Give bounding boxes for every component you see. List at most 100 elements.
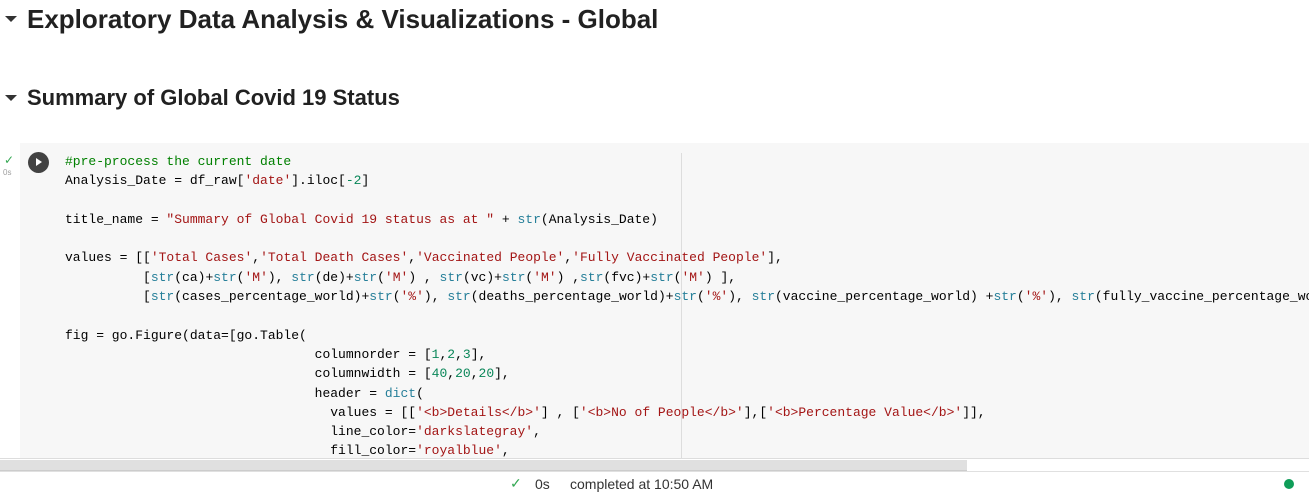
code-text: ,: [408, 250, 417, 266]
check-icon: ✓: [4, 153, 15, 167]
execution-duration: 0s: [535, 476, 550, 492]
code-text: ),: [267, 269, 292, 285]
code-string: 'Total Death Cases': [260, 250, 409, 266]
code-text: (deaths_percentage_world)+: [470, 289, 674, 305]
code-text: (cases_percentage_world)+: [174, 289, 370, 305]
code-text: [: [65, 289, 151, 305]
check-icon: ✓: [510, 475, 522, 491]
runtime-status-indicator[interactable]: [1284, 479, 1294, 489]
code-string: '<b>No of People</b>': [579, 404, 744, 420]
code-string: "Summary of Global Covid 19 status as at…: [166, 211, 495, 227]
code-string: 'M': [681, 269, 705, 285]
code-text: ),: [1048, 289, 1072, 305]
code-string: 'date': [244, 173, 292, 189]
code-text: ),: [423, 289, 448, 305]
section-heading-summary: Summary of Global Covid 19 Status: [0, 83, 400, 113]
code-builtin: str: [993, 289, 1017, 305]
code-line[interactable]: columnorder = [1,2,3],: [65, 345, 1309, 364]
code-line[interactable]: [str(cases_percentage_world)+str('%'), s…: [65, 287, 1309, 306]
code-text: ,: [447, 366, 456, 382]
code-text: ].iloc[: [291, 173, 346, 189]
code-string: '%': [704, 289, 729, 305]
code-text: (vc)+: [462, 269, 502, 285]
code-text: ,: [470, 366, 479, 382]
code-line[interactable]: #pre-process the current date: [65, 152, 1309, 171]
code-text: ) ,: [556, 269, 580, 285]
code-builtin: str: [150, 289, 175, 305]
code-builtin: str: [673, 289, 697, 305]
code-string: '<b>Percentage Value</b>': [767, 404, 963, 420]
code-text: (Analysis_Date): [540, 211, 658, 227]
code-builtin: str: [369, 289, 393, 305]
code-string: 'royalblue': [416, 443, 502, 459]
code-text: (fvc)+: [603, 269, 651, 285]
code-line[interactable]: values = [['Total Cases','Total Death Ca…: [65, 248, 1309, 267]
code-builtin: str: [650, 269, 674, 285]
code-line[interactable]: [65, 191, 1309, 210]
code-builtin: str: [447, 289, 471, 305]
code-line[interactable]: [str(ca)+str('M'), str(de)+str('M') , st…: [65, 268, 1309, 287]
code-line[interactable]: Analysis_Date = df_raw['date'].iloc[-2]: [65, 171, 1309, 190]
code-text: ],[: [743, 404, 768, 420]
code-text: ,: [533, 424, 541, 440]
code-editor[interactable]: #pre-process the current date Analysis_Da…: [65, 152, 1309, 461]
code-builtin: str: [213, 269, 237, 285]
code-text: fig = go.Figure(data=[go.Table(: [65, 327, 307, 343]
code-string: '<b>Details</b>': [416, 404, 541, 420]
code-text: values = [[: [65, 250, 151, 266]
code-string: '%': [400, 289, 424, 305]
horizontal-scrollbar[interactable]: [0, 458, 1309, 471]
code-number: 2: [447, 346, 456, 362]
code-builtin: dict: [384, 385, 417, 401]
code-builtin: str: [517, 211, 541, 227]
code-line[interactable]: [65, 229, 1309, 248]
code-number: 3: [462, 346, 471, 362]
code-string: '%': [1024, 289, 1049, 305]
code-text: ,: [564, 250, 573, 266]
code-text: ] , [: [540, 404, 580, 420]
collapse-caret-icon[interactable]: [5, 95, 17, 101]
code-builtin: str: [291, 269, 315, 285]
code-text: (de)+: [314, 269, 354, 285]
code-number: 40: [431, 366, 448, 382]
code-builtin: str: [353, 269, 378, 285]
code-text: line_color=: [65, 424, 417, 440]
code-text: fill_color=: [65, 443, 417, 459]
code-text: +: [494, 211, 518, 227]
run-cell-button[interactable]: [28, 152, 49, 173]
code-text: (: [696, 289, 705, 305]
completion-status[interactable]: completed at 10:50 AM: [570, 476, 713, 492]
section-title: Summary of Global Covid 19 Status: [27, 85, 400, 110]
code-line[interactable]: values = [['<b>Details</b>'] , ['<b>No o…: [65, 403, 1309, 422]
code-line[interactable]: line_color='darkslategray',: [65, 422, 1309, 441]
code-text: ]: [361, 173, 370, 189]
code-line[interactable]: fig = go.Figure(data=[go.Table(: [65, 326, 1309, 345]
code-text: values = [[: [65, 404, 417, 420]
code-builtin: str: [501, 269, 526, 285]
code-text: ,: [252, 250, 261, 266]
code-builtin: str: [1071, 289, 1095, 305]
code-comment: #pre-process the current date: [65, 154, 292, 169]
code-text: Analysis_Date = df_raw[: [65, 173, 245, 189]
code-text: ),: [728, 289, 752, 305]
code-string: 'M': [244, 269, 268, 285]
scrollbar-thumb[interactable]: [0, 460, 967, 471]
code-line[interactable]: columnwidth = [40,20,20],: [65, 364, 1309, 383]
code-string: 'Vaccinated People': [416, 250, 565, 266]
code-text: (vaccine_percentage_world) +: [775, 289, 994, 305]
status-bar: ✓ 0s completed at 10:50 AM: [0, 471, 1309, 495]
code-text: (: [1016, 289, 1025, 305]
code-text: (: [392, 289, 401, 305]
collapse-caret-icon[interactable]: [5, 16, 17, 22]
execution-time: 0s: [3, 168, 12, 177]
code-builtin: str: [751, 289, 775, 305]
code-builtin: str: [580, 269, 604, 285]
code-text: title_name =: [65, 211, 167, 227]
section-title: Exploratory Data Analysis & Visualizatio…: [27, 3, 659, 34]
code-line[interactable]: header = dict(: [65, 384, 1309, 403]
code-string: 'Fully Vaccinated People': [572, 250, 768, 266]
code-text: [: [65, 269, 151, 285]
code-line[interactable]: [65, 306, 1309, 325]
code-number: -2: [345, 173, 362, 189]
code-line[interactable]: title_name = "Summary of Global Covid 19…: [65, 210, 1309, 229]
